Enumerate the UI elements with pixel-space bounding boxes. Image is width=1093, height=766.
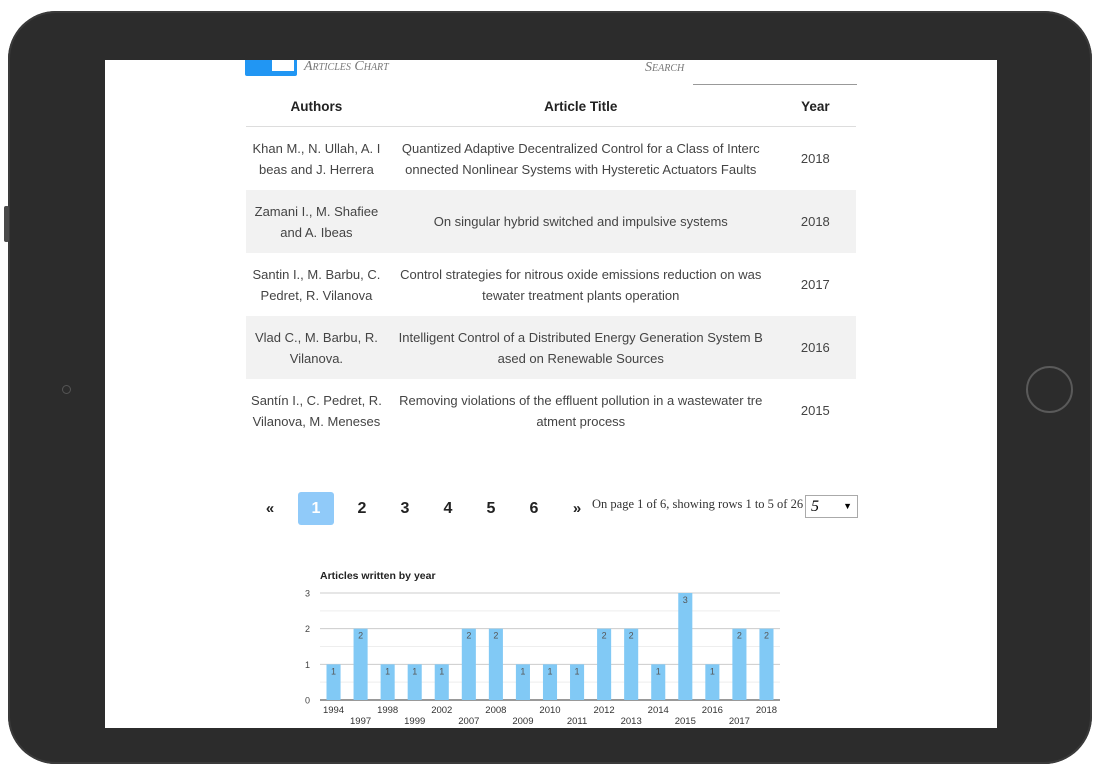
x-tick-label: 2013 <box>621 716 642 727</box>
authors-cell: Khan M., N. Ullah, A. I beas and J. Herr… <box>252 140 381 177</box>
x-tick-label: 1998 <box>377 705 398 716</box>
home-button[interactable] <box>1026 366 1073 413</box>
x-tick-label: 1994 <box>323 705 344 716</box>
rows-per-page-select[interactable]: 5 ▼ <box>805 495 858 518</box>
year-cell: 2018 <box>800 151 830 166</box>
x-tick-label: 2009 <box>512 716 533 727</box>
x-tick-label: 2007 <box>458 716 479 727</box>
authors-cell: Santin I., M. Barbu, C. Pedret, R. Vilan… <box>252 266 381 303</box>
x-tick-label: 1997 <box>350 716 371 727</box>
title-cell: On singular hybrid switched and impulsiv… <box>386 190 775 253</box>
year-header[interactable]: Year <box>774 86 856 127</box>
bar <box>678 593 693 700</box>
title-cell: Removing violations of the effluent poll… <box>399 392 763 429</box>
data-label: 2 <box>358 631 363 641</box>
authors-cell: Zamani I., M. Shafiee and A. Ibeas <box>246 190 387 253</box>
x-tick-label: 2016 <box>702 705 723 716</box>
title-header[interactable]: Article Title <box>386 86 775 127</box>
data-label: 1 <box>575 666 580 676</box>
authors-cell: Vlad C., M. Barbu, R. Vilanova. <box>246 316 387 379</box>
x-tick-label: 2002 <box>431 705 452 716</box>
x-tick-label: 1999 <box>404 716 425 727</box>
title-cell: Intelligent Control of a Distributed Ene… <box>386 316 775 379</box>
x-tick-label: 2015 <box>675 716 696 727</box>
year-cell: 2015 <box>800 403 830 418</box>
table-row: Vlad C., M. Barbu, R. Vilanova. Intellig… <box>246 316 856 379</box>
y-tick-label: 1 <box>305 660 310 670</box>
data-label: 2 <box>466 631 471 641</box>
prev-page-button[interactable]: « <box>255 492 285 525</box>
y-tick-label: 2 <box>305 624 310 634</box>
x-tick-label: 2018 <box>756 705 777 716</box>
data-label: 2 <box>764 631 769 641</box>
data-label: 3 <box>683 595 688 605</box>
data-label: 1 <box>412 666 417 676</box>
toggle-knob <box>272 60 294 71</box>
title-cell: Quantized Adaptive Decentralized Control… <box>401 140 760 177</box>
view-toggle[interactable] <box>245 60 297 76</box>
data-label: 1 <box>710 666 715 676</box>
x-tick-label: 2014 <box>648 705 669 716</box>
y-tick-label: 0 <box>305 696 310 706</box>
side-button <box>4 206 9 242</box>
data-label: 2 <box>629 631 634 641</box>
x-tick-label: 2008 <box>485 705 506 716</box>
title-cell: Control strategies for nitrous oxide emi… <box>400 266 762 303</box>
x-tick-label: 2017 <box>729 716 750 727</box>
data-label: 1 <box>439 666 444 676</box>
articles-chart-link[interactable]: Articles Chart <box>304 60 389 75</box>
page-button-2[interactable]: 2 <box>347 492 377 525</box>
search-input[interactable] <box>693 60 857 85</box>
data-label: 2 <box>602 631 607 641</box>
data-label: 1 <box>547 666 552 676</box>
next-page-button[interactable]: » <box>562 492 592 525</box>
camera-icon <box>62 385 71 394</box>
page-button-6[interactable]: 6 <box>519 492 549 525</box>
x-tick-label: 2011 <box>567 716 587 727</box>
data-label: 2 <box>737 631 742 641</box>
rows-per-page-value: 5 <box>811 498 819 515</box>
authors-cell: Santín I., C. Pedret, R. Vilanova, M. Me… <box>251 392 382 429</box>
data-label: 2 <box>493 631 498 641</box>
x-tick-label: 2010 <box>539 705 560 716</box>
year-cell: 2016 <box>774 316 856 379</box>
pagination: « 1 2 3 4 5 6 » <box>255 492 605 525</box>
chart-title: Articles written by year <box>320 570 436 582</box>
year-cell: 2018 <box>774 190 856 253</box>
articles-table: Authors Article Title Year Khan M., N. U… <box>246 86 856 442</box>
year-cell: 2017 <box>800 277 830 292</box>
y-tick-label: 3 <box>305 589 310 599</box>
data-label: 1 <box>385 666 390 676</box>
chevron-down-icon: ▼ <box>843 501 852 511</box>
table-header-row: Authors Article Title Year <box>246 86 856 127</box>
data-label: 1 <box>331 666 336 676</box>
table-row: Santin I., M. Barbu, C. Pedret, R. Vilan… <box>246 253 856 316</box>
x-tick-label: 2012 <box>594 705 615 716</box>
search-label: Search <box>645 60 685 75</box>
page-info: On page 1 of 6, showing rows 1 to 5 of 2… <box>592 497 804 511</box>
table-row: Khan M., N. Ullah, A. I beas and J. Herr… <box>246 127 856 191</box>
page-button-3[interactable]: 3 <box>390 492 420 525</box>
data-label: 1 <box>520 666 525 676</box>
authors-header[interactable]: Authors <box>246 86 387 127</box>
screen: Articles Chart Search Authors Article Ti… <box>105 60 997 728</box>
data-label: 1 <box>656 666 661 676</box>
page-button-4[interactable]: 4 <box>433 492 463 525</box>
page-button-1[interactable]: 1 <box>298 492 334 525</box>
articles-by-year-chart: 0 1 2 3 1 1994 2 1997 1 1998 1 1999 1 2002 2 2007 2 2008 1… <box>305 589 780 727</box>
table-row: Zamani I., M. Shafiee and A. Ibeas On si… <box>246 190 856 253</box>
table-row: Santín I., C. Pedret, R. Vilanova, M. Me… <box>246 379 856 442</box>
page-button-5[interactable]: 5 <box>476 492 506 525</box>
